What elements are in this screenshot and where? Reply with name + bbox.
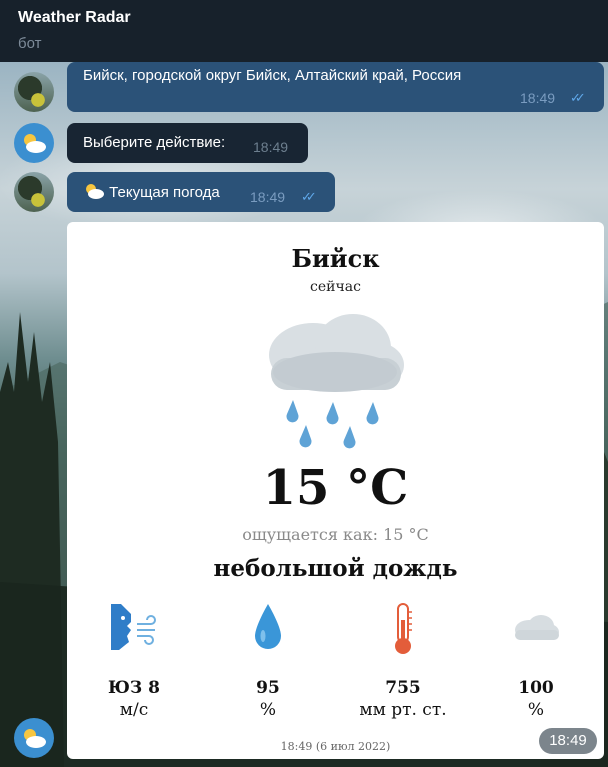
weather-city: Бийск <box>291 244 380 273</box>
message-bubble-choose-action[interactable]: Выберите действие: 18:49 <box>67 123 308 163</box>
stat-unit: % <box>527 700 545 720</box>
message-time: 18:49 <box>253 139 289 155</box>
message-bubble-current-weather[interactable]: Текущая погода 18:49 ✓✓ <box>67 172 335 212</box>
stat-unit: мм рт. ст. <box>359 700 447 720</box>
weather-stat-cloudiness: 100 % <box>476 677 596 721</box>
cloud-icon <box>515 615 559 640</box>
read-checkmarks-icon: ✓✓ <box>301 189 317 204</box>
stat-value: 100 <box>518 678 554 698</box>
weather-timestamp: 18:49 (6 июл 2022) <box>280 740 391 753</box>
sun-behind-cloud-icon <box>86 184 104 199</box>
sun-behind-cloud-icon <box>24 729 46 748</box>
humidity-drop-icon <box>255 604 281 649</box>
message-time: 18:49 <box>250 189 286 205</box>
weather-feels-like: ощущается как: 15 °C <box>242 525 429 544</box>
bot-avatar[interactable] <box>14 123 54 163</box>
weather-stat-wind: ЮЗ 8 м/с <box>74 677 194 721</box>
chat-header[interactable]: Weather Radar бот <box>0 0 608 62</box>
chat-subtitle: бот <box>18 35 42 52</box>
weather-description: небольшой дождь <box>213 555 458 582</box>
chat-title: Weather Radar <box>18 9 131 26</box>
stat-value: ЮЗ 8 <box>108 678 160 698</box>
message-text-label: Текущая погода <box>109 184 220 201</box>
wind-icon <box>111 604 156 650</box>
bot-avatar[interactable] <box>14 718 54 758</box>
message-bubble-location[interactable]: Бийск, городской округ Бийск, Алтайский … <box>67 62 604 112</box>
user-avatar[interactable] <box>14 172 54 212</box>
stat-unit: % <box>259 700 277 720</box>
message-text: Текущая погода <box>83 183 220 201</box>
thermometer-icon <box>395 603 412 654</box>
message-text: Бийск, городской округ Бийск, Алтайский … <box>83 67 462 84</box>
stat-value: 755 <box>385 678 421 698</box>
weather-card-image[interactable]: Бийск сейчас 15 °C ощущается как: 15 °C … <box>67 222 604 759</box>
read-checkmarks-icon: ✓✓ <box>570 90 586 105</box>
message-time-badge: 18:49 <box>539 728 597 754</box>
rain-cloud-icon <box>269 314 404 449</box>
stat-unit: м/с <box>119 700 149 720</box>
weather-temperature: 15 °C <box>262 460 409 516</box>
stat-value: 95 <box>256 678 280 698</box>
sun-behind-cloud-icon <box>24 134 46 153</box>
weather-when: сейчас <box>310 279 361 295</box>
message-time: 18:49 <box>520 90 556 106</box>
weather-stat-humidity: 95 % <box>208 677 328 721</box>
message-text: Выберите действие: <box>83 134 226 151</box>
user-avatar[interactable] <box>14 72 54 112</box>
weather-stat-pressure: 755 мм рт. ст. <box>343 677 463 721</box>
